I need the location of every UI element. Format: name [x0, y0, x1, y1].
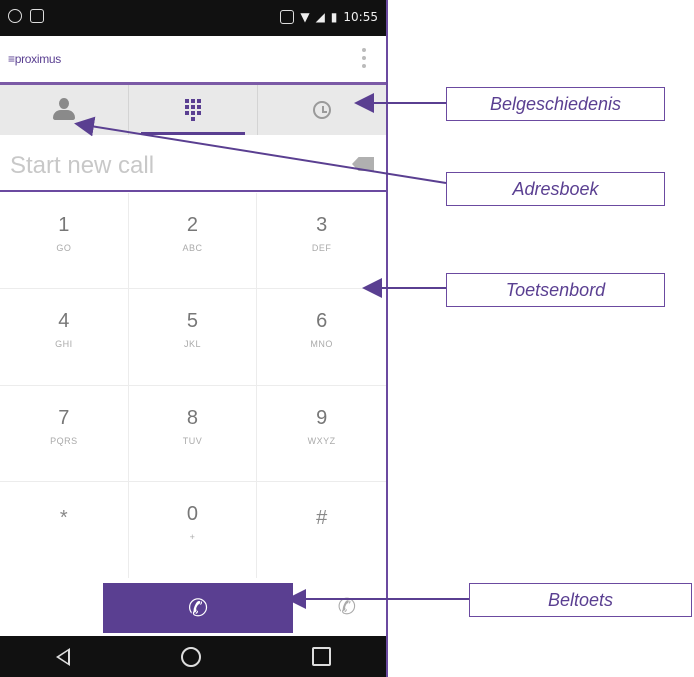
- phone-plus-icon: ✆: [187, 594, 209, 622]
- status-bar: ▼ ◢ ▮ 10:55: [0, 0, 386, 36]
- key-letters: DEF: [311, 243, 332, 253]
- key-2[interactable]: 2 ABC: [128, 193, 258, 290]
- key-letters: GHI: [55, 339, 73, 350]
- key-4[interactable]: 4 GHI: [0, 289, 129, 386]
- key-letters: PQRS: [50, 435, 78, 446]
- key-letters: ABC: [182, 243, 203, 253]
- key-0[interactable]: 0 +: [129, 481, 258, 578]
- key-letters: TUV: [182, 435, 203, 446]
- key-digit: 0: [186, 502, 199, 525]
- wifi-icon: ▼: [300, 10, 310, 24]
- key-letters: JKL: [183, 339, 201, 350]
- key-letters: MNO: [310, 339, 333, 350]
- back-icon[interactable]: [55, 647, 70, 666]
- status-right-icons: ▼ ◢ ▮ 10:55: [280, 10, 378, 24]
- home-icon[interactable]: [180, 646, 201, 667]
- dialpad-icon: [185, 99, 201, 121]
- key-digit: 8: [186, 406, 199, 429]
- person-icon: [51, 98, 77, 122]
- image-icon: [30, 9, 44, 23]
- logo-text: proximus: [14, 52, 62, 66]
- key-digit: 5: [186, 310, 199, 333]
- app-logo: ≡proximus: [8, 52, 61, 66]
- backspace-icon[interactable]: [352, 157, 374, 171]
- callout-adresboek: Adresboek: [446, 172, 665, 206]
- key-letters: +: [189, 531, 196, 542]
- notification-icon: [8, 9, 22, 23]
- android-nav-bar: [0, 636, 386, 677]
- phone-screen: ▼ ◢ ▮ 10:55 ≡proximus 1GO 2A: [0, 0, 388, 677]
- callout-belgeschiedenis: Belgeschiedenis: [446, 87, 665, 121]
- key-5[interactable]: 5 JKL: [128, 289, 258, 386]
- tab-contacts[interactable]: [0, 85, 129, 135]
- key-7[interactable]: 7 PQRS: [0, 385, 129, 482]
- key-digit: 1: [58, 214, 70, 236]
- battery-icon: ▮: [330, 10, 338, 24]
- tab-dialpad[interactable]: [129, 85, 258, 135]
- phone-menu-icon[interactable]: ✆: [338, 594, 356, 620]
- overflow-menu-icon[interactable]: [362, 48, 366, 68]
- key-3[interactable]: 3 DEF: [257, 193, 386, 290]
- status-time: 10:55: [343, 10, 378, 24]
- clock-icon: [313, 101, 331, 119]
- key-digit: 7: [58, 406, 70, 429]
- nfc-icon: [280, 10, 295, 24]
- callout-toetsenbord: Toetsenbord: [446, 273, 665, 307]
- key-digit: 3: [316, 214, 328, 236]
- key-digit: 9: [316, 406, 328, 429]
- tab-bar: [0, 85, 386, 135]
- signal-icon: ◢: [315, 10, 325, 24]
- key-letters: GO: [56, 243, 72, 253]
- app-bar: ≡proximus: [0, 36, 386, 85]
- key-6[interactable]: 6 MNO: [257, 289, 386, 386]
- call-number-input[interactable]: [8, 148, 332, 184]
- logo-mark-icon: ≡: [8, 52, 15, 66]
- key-9[interactable]: 9 WXYZ: [257, 386, 386, 482]
- key-star[interactable]: *: [0, 481, 129, 578]
- key-digit: *: [59, 506, 68, 529]
- callout-beltoets: Beltoets: [469, 583, 692, 617]
- key-digit: 2: [186, 214, 199, 236]
- key-digit: 6: [316, 310, 328, 333]
- key-hash[interactable]: #: [257, 482, 386, 578]
- recent-apps-icon[interactable]: [311, 647, 331, 666]
- status-left-icons: [8, 9, 44, 23]
- key-1[interactable]: 1 GO: [0, 193, 129, 290]
- call-input-row: [0, 140, 386, 192]
- key-digit: 4: [58, 310, 70, 333]
- tab-history[interactable]: [258, 85, 386, 135]
- key-8[interactable]: 8 TUV: [128, 385, 258, 482]
- key-letters: WXYZ: [307, 435, 336, 446]
- call-bar: ✆ ✆: [0, 580, 386, 635]
- dialpad-grid: 1 GO 2 ABC 3 DEF 4 GHI 5 JKL 6 MNO 7 PQRS 8 TUV …: [0, 193, 386, 578]
- key-digit: #: [316, 506, 328, 529]
- call-button[interactable]: ✆: [103, 583, 293, 633]
